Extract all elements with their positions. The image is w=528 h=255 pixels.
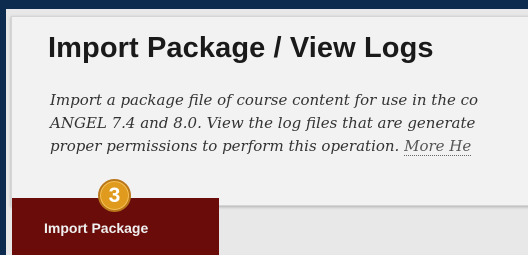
import-package-label[interactable]: Import Package <box>44 220 148 236</box>
page-title: Import Package / View Logs <box>48 32 434 64</box>
more-help-link[interactable]: More He <box>404 137 472 156</box>
step-number-badge: 3 <box>98 179 131 212</box>
description-line-3-text: proper permissions to perform this opera… <box>50 137 405 155</box>
window-frame: Import Package / View Logs Import a pack… <box>0 0 528 255</box>
description-line-3: proper permissions to perform this opera… <box>50 135 528 158</box>
description-line-2: ANGEL 7.4 and 8.0. View the log files th… <box>50 114 476 132</box>
description-line-1: Import a package file of course content … <box>50 91 479 109</box>
description: Import a package file of course content … <box>50 89 528 158</box>
